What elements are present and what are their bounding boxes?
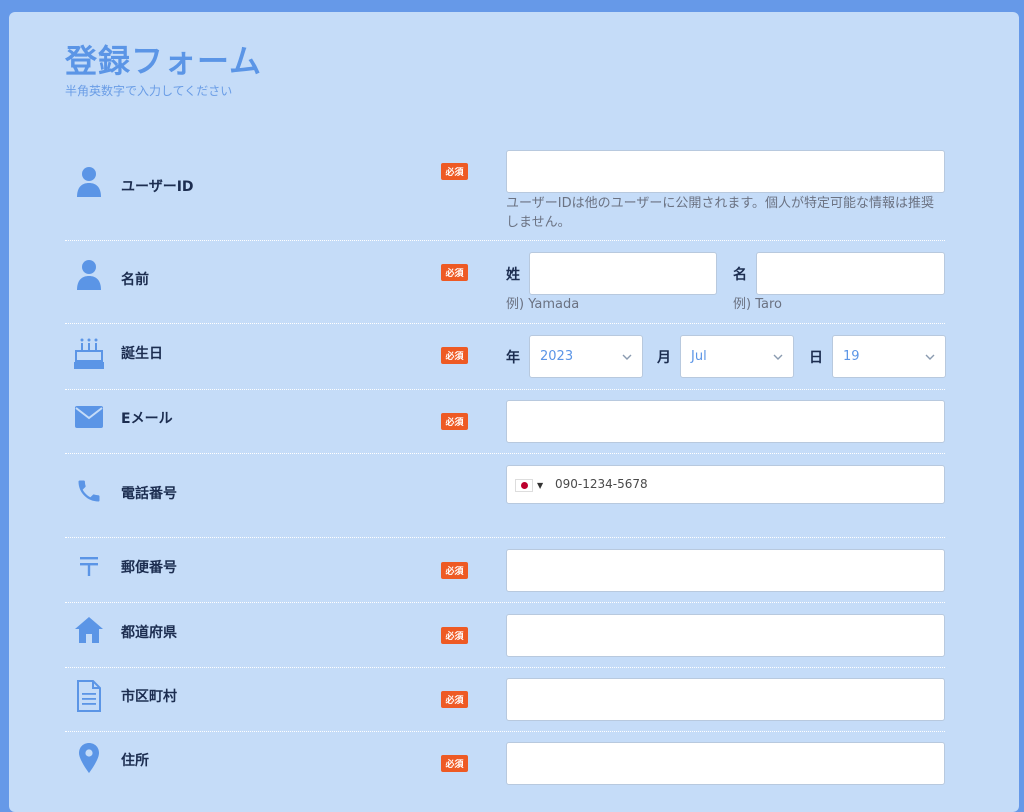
city-input[interactable] xyxy=(506,678,945,721)
chevron-down-icon xyxy=(622,354,632,360)
field-label-city: 市区町村 xyxy=(121,689,177,705)
month-value: Jul xyxy=(691,349,707,364)
field-label-userid: ユーザーID xyxy=(121,179,194,195)
address-input[interactable] xyxy=(506,742,945,785)
day-value: 19 xyxy=(843,349,860,364)
email-input[interactable] xyxy=(506,400,945,443)
row-divider xyxy=(65,537,945,538)
required-badge: 必須 xyxy=(441,562,468,579)
first-name-input[interactable] xyxy=(756,252,945,295)
required-badge: 必須 xyxy=(441,627,468,644)
day-select[interactable]: 19 xyxy=(832,335,946,378)
last-name-hint: 例) Yamada xyxy=(506,297,580,312)
last-name-input[interactable] xyxy=(529,252,717,295)
required-badge: 必須 xyxy=(441,264,468,281)
year-select[interactable]: 2023 xyxy=(529,335,643,378)
user-icon xyxy=(73,259,105,291)
day-tag: 日 xyxy=(809,350,823,366)
phone-number-value: 090-1234-5678 xyxy=(555,477,648,491)
document-icon xyxy=(73,680,105,712)
required-badge: 必須 xyxy=(441,755,468,772)
row-divider xyxy=(65,667,945,668)
postal-mark-icon xyxy=(73,550,105,582)
month-tag: 月 xyxy=(657,350,671,366)
form-title: 登録フォーム xyxy=(65,42,263,80)
form-subtitle: 半角英数字で入力してください xyxy=(65,84,233,98)
prefecture-input[interactable] xyxy=(506,614,945,657)
field-row-postal: 郵便番号 必須 xyxy=(65,549,945,599)
phone-input[interactable]: ▼ 090-1234-5678 xyxy=(506,465,945,504)
phone-icon xyxy=(73,475,105,507)
home-icon xyxy=(73,614,105,646)
user-icon xyxy=(73,166,105,198)
row-divider xyxy=(65,731,945,732)
map-pin-icon xyxy=(73,742,105,774)
field-row-address: 住所 必須 xyxy=(65,742,945,792)
field-row-userid: ユーザーID 必須 ユーザーIDは他のユーザーに公開されます。個人が特定可能な情… xyxy=(65,150,945,240)
chevron-down-icon xyxy=(925,354,935,360)
first-name-tag: 名 xyxy=(733,267,747,283)
field-label-prefecture: 都道府県 xyxy=(121,625,177,641)
last-name-tag: 姓 xyxy=(506,267,520,283)
mail-icon xyxy=(73,401,105,433)
required-badge: 必須 xyxy=(441,347,468,364)
first-name-hint: 例) Taro xyxy=(733,297,782,312)
row-divider xyxy=(65,453,945,454)
caret-down-icon[interactable]: ▼ xyxy=(537,481,543,490)
month-select[interactable]: Jul xyxy=(680,335,794,378)
field-row-email: Eメール 必須 xyxy=(65,400,945,450)
row-divider xyxy=(65,240,945,241)
birthday-cake-icon xyxy=(73,337,105,369)
row-divider xyxy=(65,389,945,390)
field-label-postal: 郵便番号 xyxy=(121,560,177,576)
field-row-name: 名前 必須 姓 例) Yamada 名 例) Taro xyxy=(65,252,945,322)
row-divider xyxy=(65,602,945,603)
postal-input[interactable] xyxy=(506,549,945,592)
userid-hint: ユーザーIDは他のユーザーに公開されます。個人が特定可能な情報は推奨しません。 xyxy=(506,196,935,230)
required-badge: 必須 xyxy=(441,413,468,430)
field-row-prefecture: 都道府県 必須 xyxy=(65,614,945,664)
japan-flag-icon[interactable] xyxy=(515,479,533,492)
field-row-birthday: 誕生日 必須 年 2023 月 Jul 日 19 xyxy=(65,335,946,385)
field-label-birthday: 誕生日 xyxy=(121,346,163,362)
field-label-name: 名前 xyxy=(121,272,149,288)
row-divider xyxy=(65,323,945,324)
field-label-phone: 電話番号 xyxy=(121,486,177,502)
field-label-address: 住所 xyxy=(121,753,149,769)
userid-input[interactable] xyxy=(506,150,945,193)
year-tag: 年 xyxy=(506,350,520,366)
required-badge: 必須 xyxy=(441,163,468,180)
field-row-phone: 電話番号 ▼ 090-1234-5678 xyxy=(65,465,945,535)
chevron-down-icon xyxy=(773,354,783,360)
required-badge: 必須 xyxy=(441,691,468,708)
field-row-city: 市区町村 必須 xyxy=(65,678,945,728)
field-label-email: Eメール xyxy=(121,411,173,427)
year-value: 2023 xyxy=(540,349,574,364)
